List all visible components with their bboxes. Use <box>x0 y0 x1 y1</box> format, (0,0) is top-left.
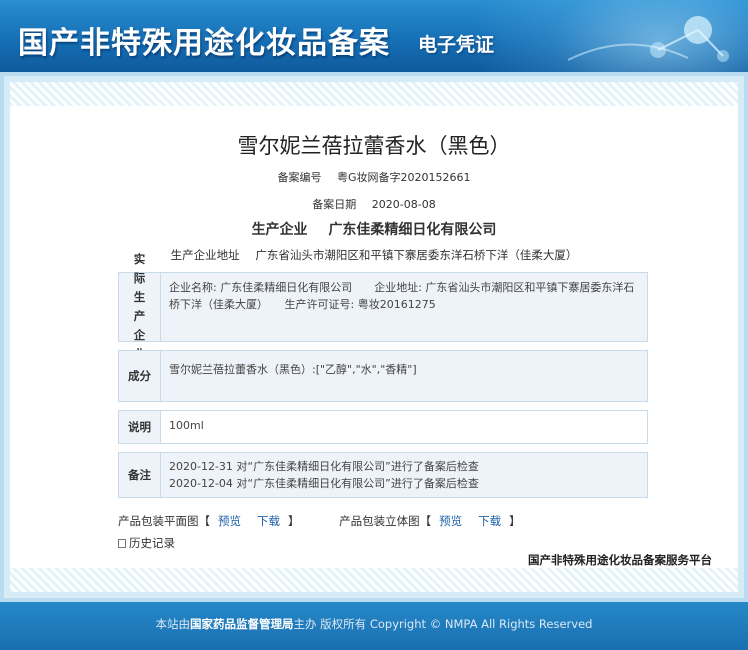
certificate-frame: 雪尔妮兰蓓拉蕾香水（黑色） 备案编号 粤G妆网备字2020152661 备案日期… <box>0 72 748 602</box>
flat-packaging-preview-link[interactable]: 预览 <box>218 514 241 528</box>
specification-label: 说明 <box>119 411 161 443</box>
actual-manufacturer-content: 企业名称: 广东佳柔精细日化有限公司 企业地址: 广东省汕头市潮阳区和平镇下寨居… <box>169 281 635 311</box>
certificate-bottom-border <box>10 568 738 592</box>
actual-manufacturer-label: 实际生产企业 <box>119 252 161 361</box>
remark-line: 2020-12-04 对“广东佳柔精细日化有限公司”进行了备案后检查 <box>169 477 479 490</box>
molecule-decoration-icon <box>567 16 729 62</box>
manufacturer-address-row: 生产企业地址 广东省汕头市潮阳区和平镇下寨居委东洋石桥下洋（佳柔大厦） <box>10 247 738 263</box>
remarks-panel: 备注 2020-12-31 对“广东佳柔精细日化有限公司”进行了备案后检查 20… <box>118 452 648 498</box>
footer: 本站由国家药品监督管理局主办 版权所有 Copyright © NMPA All… <box>0 602 748 650</box>
solid-packaging-close-bracket: 】 <box>509 514 521 528</box>
footer-organization: 国家药品监督管理局 <box>190 617 294 631</box>
registration-number-value: 粤G妆网备字2020152661 <box>336 171 471 184</box>
header-banner: 国产非特殊用途化妆品备案 电子凭证 <box>0 0 748 72</box>
platform-name: 国产非特殊用途化妆品备案服务平台 <box>528 553 712 567</box>
certificate-top-border <box>10 82 738 106</box>
solid-packaging-group: 产品包装立体图【 预览 下载】 <box>339 514 521 528</box>
solid-packaging-download-link[interactable]: 下载 <box>478 514 501 528</box>
solid-packaging-preview-link[interactable]: 预览 <box>439 514 462 528</box>
history-link[interactable]: 历史记录 <box>118 535 175 551</box>
banner-subtitle: 电子凭证 <box>418 34 495 56</box>
manufacturer-address-label: 生产企业地址 <box>170 248 240 262</box>
footer-prefix: 本站由 <box>155 617 191 631</box>
manufacturer-label: 生产企业 <box>251 222 308 238</box>
footer-suffix: 主办 版权所有 Copyright © NMPA All Rights Rese… <box>293 617 593 631</box>
flat-packaging-close-bracket: 】 <box>288 514 300 528</box>
flat-packaging-label: 产品包装平面图【 <box>118 514 210 528</box>
registration-date-value: 2020-08-08 <box>371 198 436 211</box>
remarks-content: 2020-12-31 对“广东佳柔精细日化有限公司”进行了备案后检查 2020-… <box>161 453 647 497</box>
manufacturer-value: 广东佳柔精细日化有限公司 <box>328 222 497 238</box>
product-name: 雪尔妮兰蓓拉蕾香水（黑色） <box>237 134 511 158</box>
manufacturer-address-value: 广东省汕头市潮阳区和平镇下寨居委东洋石桥下洋（佳柔大厦） <box>255 248 578 262</box>
remark-line: 2020-12-31 对“广东佳柔精细日化有限公司”进行了备案后检查 <box>169 460 479 473</box>
specification-panel: 说明 100ml <box>118 410 648 444</box>
ingredients-label: 成分 <box>119 351 161 401</box>
manufacturer-row: 生产企业 广东佳柔精细日化有限公司 <box>10 219 738 239</box>
flat-packaging-download-link[interactable]: 下载 <box>257 514 280 528</box>
history-label: 历史记录 <box>129 536 175 550</box>
ingredients-panel: 成分 雪尔妮兰蓓拉蕾香水（黑色）:["乙醇","水","香精"] <box>118 350 648 402</box>
packaging-images-row: 产品包装平面图【 预览 下载】 产品包装立体图【 预览 下载】 <box>118 513 557 529</box>
actual-manufacturer-panel: 实际生产企业 企业名称: 广东佳柔精细日化有限公司 企业地址: 广东省汕头市潮阳… <box>118 252 648 361</box>
solid-packaging-label: 产品包装立体图【 <box>339 514 432 528</box>
registration-date-label: 备案日期 <box>312 198 357 211</box>
registration-number-row: 备案编号 粤G妆网备字2020152661 <box>10 169 738 185</box>
registration-number-label: 备案编号 <box>277 171 322 184</box>
banner-title: 国产非特殊用途化妆品备案 <box>18 26 390 61</box>
flat-packaging-group: 产品包装平面图【 预览 下载】 <box>118 514 303 528</box>
remarks-label: 备注 <box>119 453 161 497</box>
ingredients-content: 雪尔妮兰蓓拉蕾香水（黑色）:["乙醇","水","香精"] <box>169 363 417 376</box>
document-icon <box>118 538 126 548</box>
registration-date-row: 备案日期 2020-08-08 <box>10 196 738 212</box>
specification-content: 100ml <box>161 411 647 443</box>
certificate: 雪尔妮兰蓓拉蕾香水（黑色） 备案编号 粤G妆网备字2020152661 备案日期… <box>4 76 744 598</box>
